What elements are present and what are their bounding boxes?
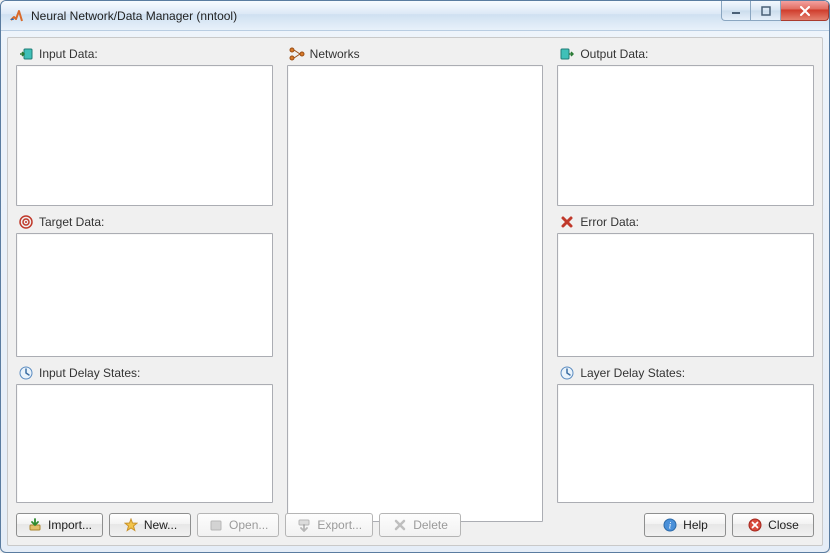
help-icon: i	[662, 517, 678, 533]
listbox-layer-delay-states[interactable]	[557, 384, 814, 503]
layer-delay-icon	[559, 365, 575, 381]
export-icon	[296, 517, 312, 533]
panel-header-networks: Networks	[287, 46, 544, 65]
input-data-icon	[18, 46, 34, 62]
button-label: Close	[768, 518, 799, 532]
close-window-button[interactable]	[781, 1, 829, 21]
panel-output-data: Output Data:	[557, 46, 814, 206]
panel-error-data: Error Data:	[557, 214, 814, 356]
panel-header-layer-delay-states: Layer Delay States:	[557, 365, 814, 384]
close-icon	[747, 517, 763, 533]
listbox-output-data[interactable]	[557, 65, 814, 206]
panel-header-input-data: Input Data:	[16, 46, 273, 65]
panel-label: Input Data:	[39, 47, 98, 61]
matlab-icon	[9, 8, 25, 24]
input-delay-icon	[18, 365, 34, 381]
window-controls	[721, 1, 829, 21]
button-label: Import...	[48, 518, 92, 532]
listbox-input-delay-states[interactable]	[16, 384, 273, 503]
listbox-networks[interactable]	[287, 65, 544, 522]
panel-header-input-delay-states: Input Delay States:	[16, 365, 273, 384]
panel-label: Networks	[310, 47, 360, 61]
target-data-icon	[18, 214, 34, 230]
import-icon	[27, 517, 43, 533]
button-label: Open...	[229, 518, 268, 532]
panel-layer-delay-states: Layer Delay States:	[557, 365, 814, 503]
import-button[interactable]: Import...	[16, 513, 103, 537]
panel-input-delay-states: Input Delay States:	[16, 365, 273, 503]
new-icon	[123, 517, 139, 533]
panel-label: Target Data:	[39, 215, 104, 229]
button-label: New...	[144, 518, 177, 532]
maximize-button[interactable]	[751, 1, 781, 21]
listbox-error-data[interactable]	[557, 233, 814, 356]
window-frame: Neural Network/Data Manager (nntool)	[0, 0, 830, 553]
help-button[interactable]: i Help	[644, 513, 726, 537]
panel-label: Layer Delay States:	[580, 366, 685, 380]
output-data-icon	[559, 46, 575, 62]
panel-label: Output Data:	[580, 47, 648, 61]
titlebar[interactable]: Neural Network/Data Manager (nntool)	[1, 1, 829, 31]
delete-button[interactable]: Delete	[379, 513, 461, 537]
panel-header-error-data: Error Data:	[557, 214, 814, 233]
error-data-icon	[559, 214, 575, 230]
networks-icon	[289, 46, 305, 62]
panel-networks: Networks	[287, 46, 544, 503]
panel-label: Input Delay States:	[39, 366, 140, 380]
open-icon	[208, 517, 224, 533]
panel-header-output-data: Output Data:	[557, 46, 814, 65]
new-button[interactable]: New...	[109, 513, 191, 537]
open-button[interactable]: Open...	[197, 513, 279, 537]
panel-label: Error Data:	[580, 215, 639, 229]
button-label: Help	[683, 518, 708, 532]
button-label: Delete	[413, 518, 448, 532]
panel-target-data: Target Data:	[16, 214, 273, 356]
main-grid: Input Data: Networks	[16, 46, 814, 503]
panel-input-data: Input Data:	[16, 46, 273, 206]
window-title: Neural Network/Data Manager (nntool)	[31, 9, 237, 23]
close-button[interactable]: Close	[732, 513, 814, 537]
minimize-button[interactable]	[721, 1, 751, 21]
listbox-target-data[interactable]	[16, 233, 273, 356]
listbox-input-data[interactable]	[16, 65, 273, 206]
client-area: Input Data: Networks	[7, 37, 823, 546]
delete-icon	[392, 517, 408, 533]
button-label: Export...	[317, 518, 362, 532]
panel-header-target-data: Target Data:	[16, 214, 273, 233]
export-button[interactable]: Export...	[285, 513, 373, 537]
toolbar: Import... New... Open...	[16, 503, 814, 537]
